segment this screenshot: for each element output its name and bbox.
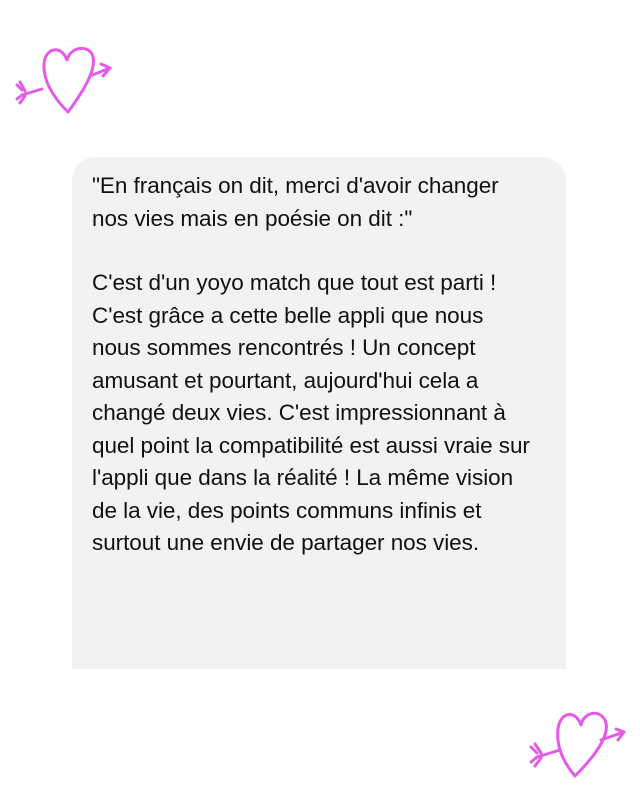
message-body-text: C'est d'un yoyo match que tout est parti… bbox=[92, 270, 530, 555]
heart-arrow-icon bbox=[529, 711, 626, 778]
heart-arrow-icon bbox=[15, 46, 112, 114]
message-intro-text: "En français on dit, merci d'avoir chang… bbox=[92, 173, 499, 231]
message-bubble: "En français on dit, merci d'avoir chang… bbox=[72, 157, 566, 669]
